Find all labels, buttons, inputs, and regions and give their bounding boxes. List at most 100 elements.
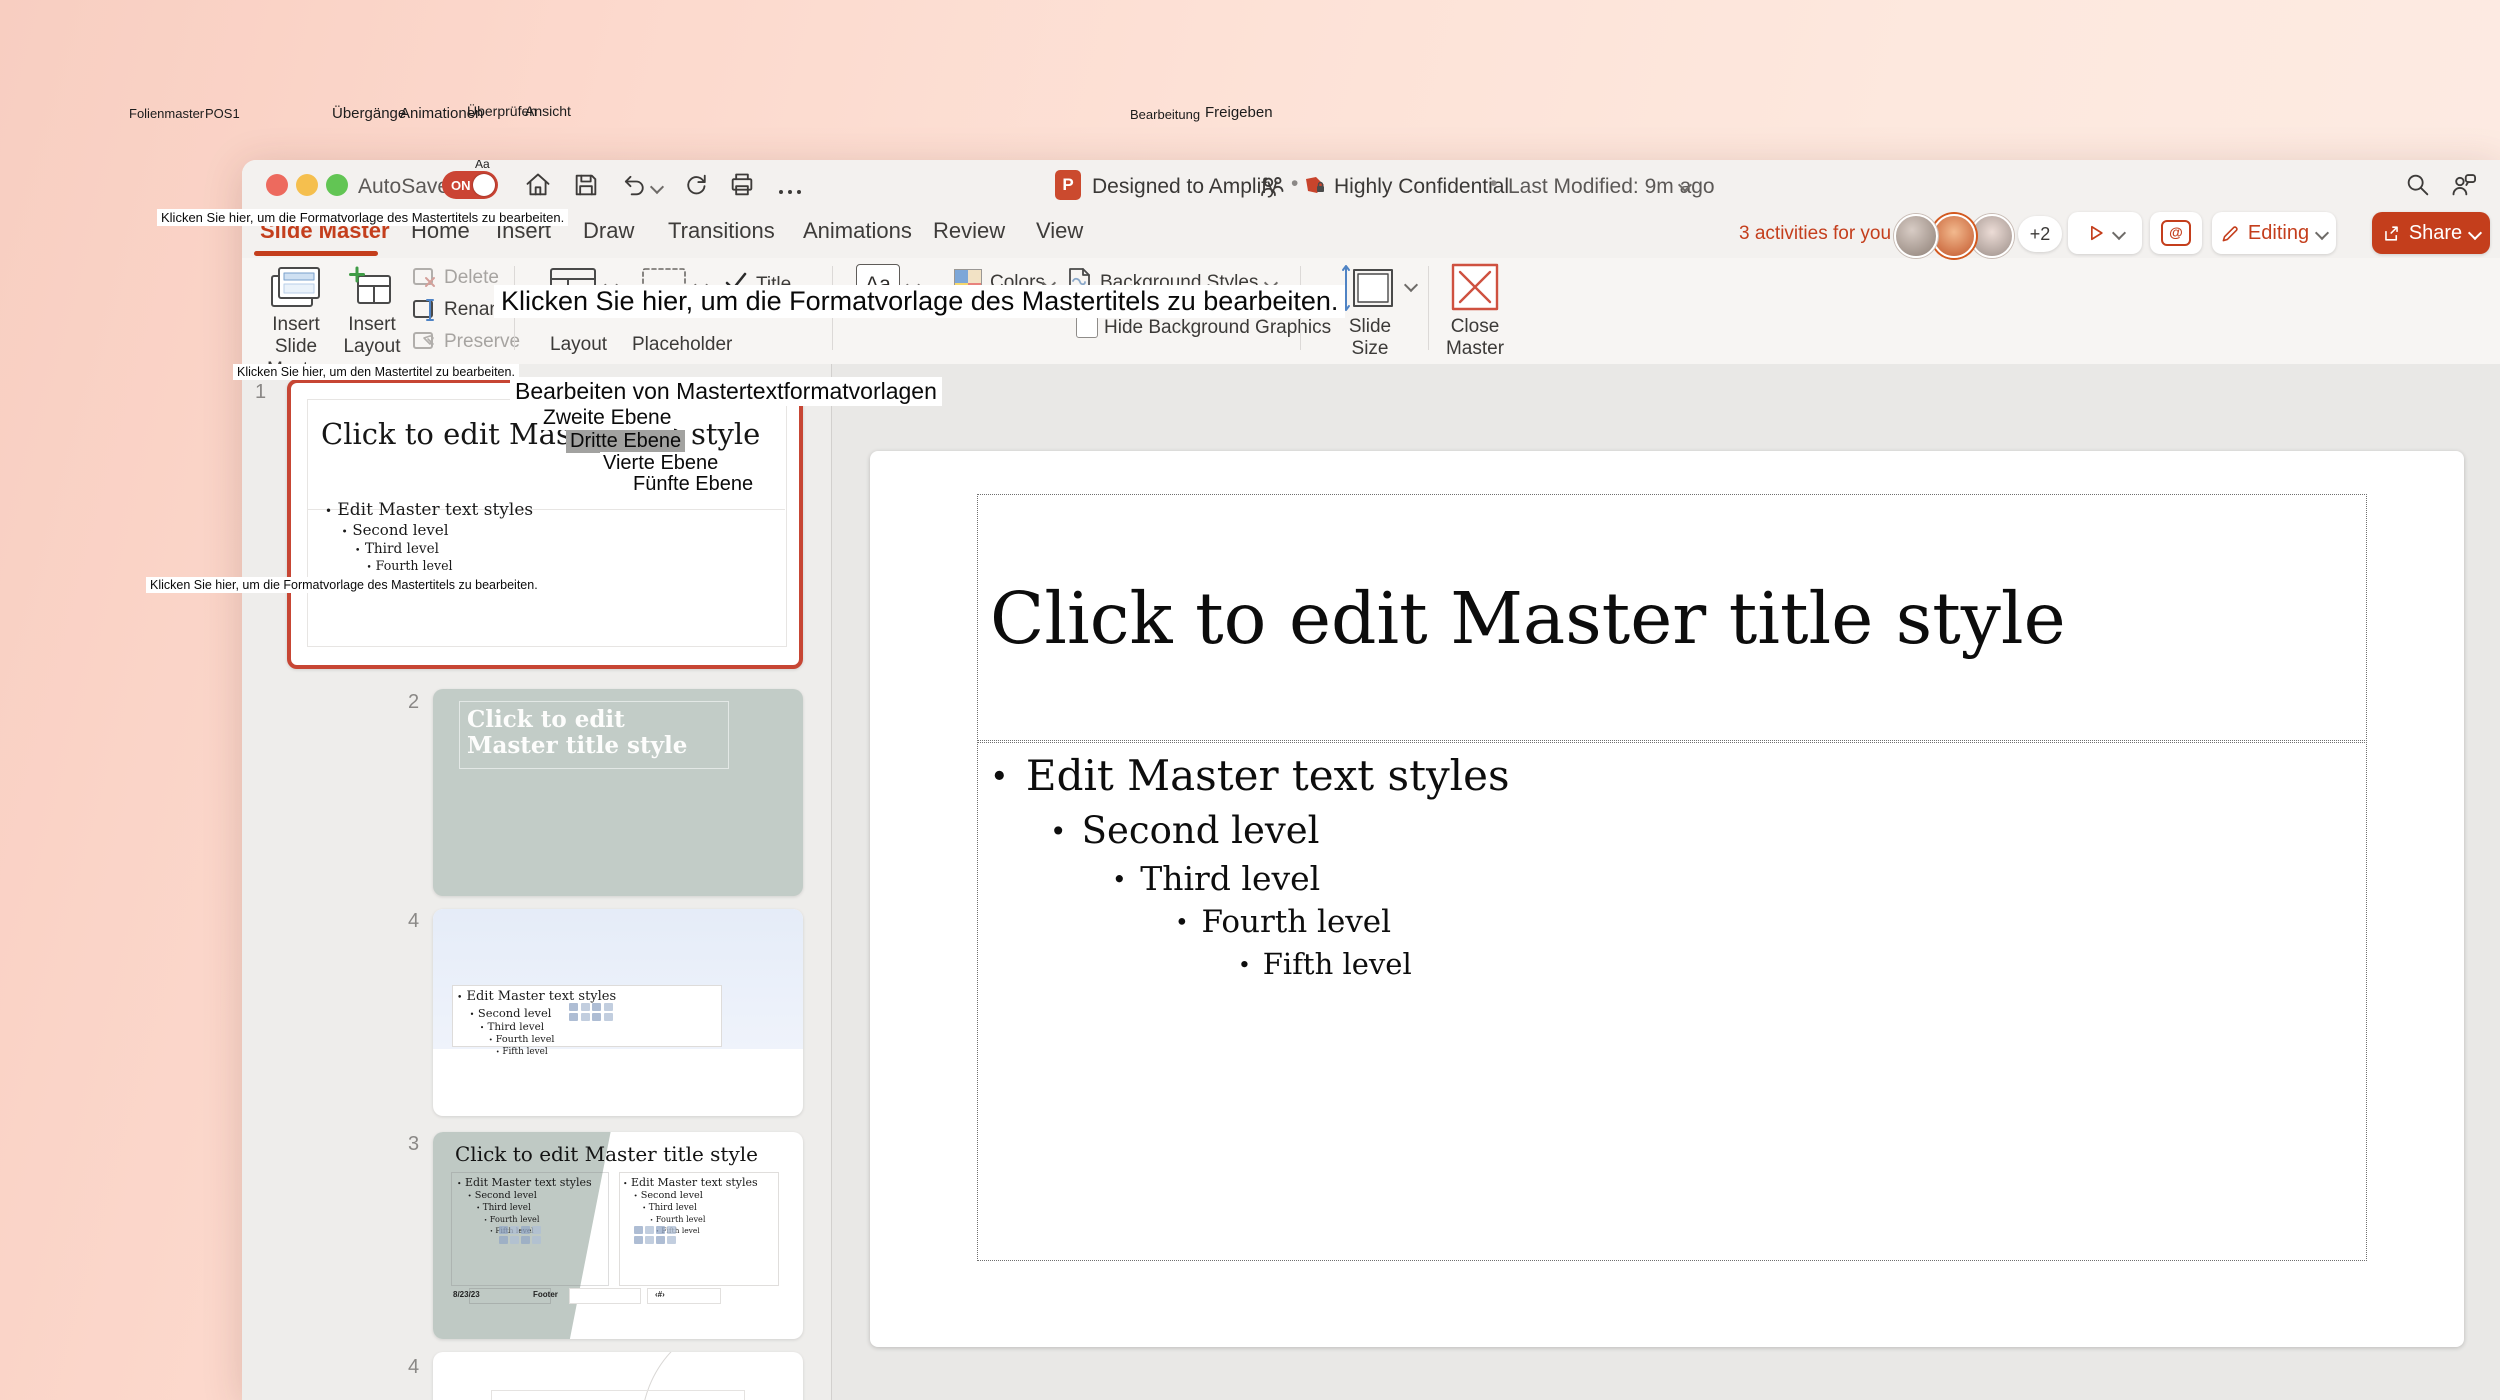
play-slideshow-button[interactable] (2068, 212, 2142, 254)
thumbnail-layout-content[interactable]: Edit Master text styles Second level Thi… (433, 909, 803, 1116)
autosave-label: AutoSave (358, 175, 449, 199)
close-master-button[interactable]: CloseMaster (1442, 316, 1508, 361)
rename-icon (412, 298, 438, 327)
thumbnail-layout-partial[interactable] (433, 1352, 803, 1400)
thumbnail-german-tooltip: Klicken Sie hier, um die Formatvorlage d… (146, 577, 542, 593)
editing-label: Editing (2248, 222, 2309, 245)
undo-icon[interactable] (620, 171, 648, 199)
thumbnail-layout-title[interactable]: Click to edit Master title style (433, 689, 803, 896)
thumbnail-number: 4 (408, 910, 419, 933)
play-chevron-icon (2112, 226, 2126, 240)
tab-row-german-tooltip: Klicken Sie hier, um die Formatvorlage d… (157, 209, 568, 226)
insert-layout-button[interactable]: InsertLayout (342, 314, 402, 359)
floating-label-ansicht: Ansicht (525, 103, 571, 119)
tab-animations[interactable]: Animations (803, 218, 912, 244)
hide-background-graphics-checkbox[interactable] (1076, 316, 1098, 338)
home-icon[interactable] (524, 171, 552, 199)
thumbnail-number: 3 (408, 1133, 419, 1156)
second-level-german-label: Zweite Ebene (540, 406, 674, 430)
thumbnail-layout-two-content[interactable]: Click to edit Master title style Edit Ma… (433, 1132, 803, 1339)
comments-button[interactable]: @ (2150, 212, 2202, 254)
pencil-icon (2221, 224, 2240, 243)
thumbnail-bullets: Edit Master text styles Second level Thi… (457, 989, 616, 1058)
close-master-icon (1450, 262, 1500, 317)
share-button[interactable]: Share (2372, 212, 2490, 254)
avatar[interactable] (1932, 214, 1976, 258)
floating-label-pos1: POS1 (205, 106, 240, 121)
save-icon[interactable] (572, 171, 600, 199)
avatar[interactable] (1970, 214, 2014, 258)
tab-draw[interactable]: Draw (583, 218, 634, 244)
presence-people-icon[interactable] (1258, 173, 1286, 201)
thumbnail-number: 2 (408, 691, 419, 714)
slide-master-editor[interactable]: Click to edit Master title style Edit Ma… (870, 451, 2464, 1347)
slide-thumbnail-panel: 1 Click to edit Master title style Edit … (242, 364, 832, 1400)
title-placeholder[interactable]: Click to edit Master title style (977, 494, 2367, 743)
floating-label-freigeben: Freigeben (1205, 104, 1273, 121)
print-icon[interactable] (728, 171, 756, 199)
comment-at-icon: @ (2161, 220, 2191, 246)
tab-view[interactable]: View (1036, 218, 1083, 244)
footer-date: 8/23/23 (453, 1290, 480, 1299)
ribbon-tab-row: Slide Master Home Insert Draw Transition… (242, 210, 2500, 258)
insert-slide-master-icon (268, 264, 324, 317)
share-icon (2382, 224, 2401, 243)
separator-dot: • (1490, 172, 1497, 196)
master-title-text: Click to edit Master title style (978, 577, 2066, 660)
placeholder-dropdown[interactable]: Placeholder (632, 334, 732, 356)
more-options-icon[interactable] (776, 183, 803, 201)
undo-chevron-icon[interactable] (650, 180, 664, 194)
zoom-window-button[interactable] (326, 174, 348, 196)
slide-size-dropdown[interactable]: SlideSize (1340, 316, 1400, 361)
thumbnail-number: 4 (408, 1356, 419, 1379)
third-level-german-label: Dritte Ebene (566, 430, 685, 453)
titlebar: AutoSave Aa ON P Designed to Amplify • H… (242, 160, 2500, 210)
footer-label: Footer (533, 1290, 558, 1299)
minimize-window-button[interactable] (296, 174, 318, 196)
powerpoint-window: AutoSave Aa ON P Designed to Amplify • H… (242, 160, 2500, 1400)
share-feedback-icon[interactable] (2450, 171, 2478, 199)
insert-layout-icon (348, 266, 396, 317)
tab-review[interactable]: Review (933, 218, 1005, 244)
preserve-button: Preserve (444, 331, 520, 353)
content-placeholder-icons (499, 1226, 535, 1244)
slide-size-chevron-icon[interactable] (1404, 278, 1418, 292)
editing-mode-button[interactable]: Editing (2212, 212, 2336, 254)
hide-background-graphics-label[interactable]: Hide Background Graphics (1104, 317, 1331, 339)
floating-label-uebergaenge: Übergänge (332, 105, 406, 122)
statusbar-german-tooltip: Klicken Sie hier, um den Mastertitel zu … (233, 364, 519, 380)
thumbnail-title: Click to edit Master title style (455, 1142, 758, 1166)
ribbon: Insert SlideMaster InsertLayout Delete R… (242, 258, 2500, 365)
body-placeholder[interactable]: Edit Master text styles Second level Thi… (977, 740, 2367, 1261)
screen: { "floating": { "folienmaster": "Folienm… (0, 0, 2500, 1400)
avatar-overflow-badge[interactable]: +2 (2018, 216, 2062, 252)
powerpoint-app-icon: P (1055, 170, 1081, 200)
autosave-toggle-state: ON (451, 178, 471, 193)
content-placeholder-icons (569, 1003, 613, 1021)
floating-label-folienmaster: Folienmaster (129, 106, 204, 121)
layout-dropdown[interactable]: Layout (550, 334, 607, 356)
delete-button: Delete (444, 267, 499, 289)
preserve-icon (412, 330, 438, 359)
active-tab-underline (254, 251, 378, 256)
close-window-button[interactable] (266, 174, 288, 196)
play-icon (2086, 223, 2106, 243)
delete-icon (412, 266, 438, 295)
avatar[interactable] (1894, 214, 1938, 258)
slide-size-icon (1340, 262, 1398, 321)
floating-label-bearbeitung: Bearbeitung (1130, 107, 1200, 122)
fourth-level-german-label: Vierte Ebene (600, 452, 721, 475)
tab-transitions[interactable]: Transitions (668, 218, 775, 244)
sensitivity-label[interactable]: Highly Confidential (1334, 175, 1509, 199)
master-body-text: Edit Master text styles Second level Thi… (978, 741, 2366, 983)
fifth-level-german-label: Fünfte Ebene (630, 473, 756, 496)
share-label: Share (2409, 222, 2462, 245)
activities-label[interactable]: 3 activities for you (1739, 223, 1891, 245)
autosave-toggle[interactable]: ON (442, 171, 498, 199)
redo-icon[interactable] (682, 171, 710, 199)
sensitivity-lock-icon (1304, 173, 1328, 197)
document-title[interactable]: Designed to Amplify (1092, 175, 1278, 199)
master-text-german-label: Bearbeiten von Mastertextformatvorlagen (510, 377, 942, 406)
aa-hint-label: Aa (475, 160, 490, 171)
search-icon[interactable] (2404, 171, 2432, 199)
